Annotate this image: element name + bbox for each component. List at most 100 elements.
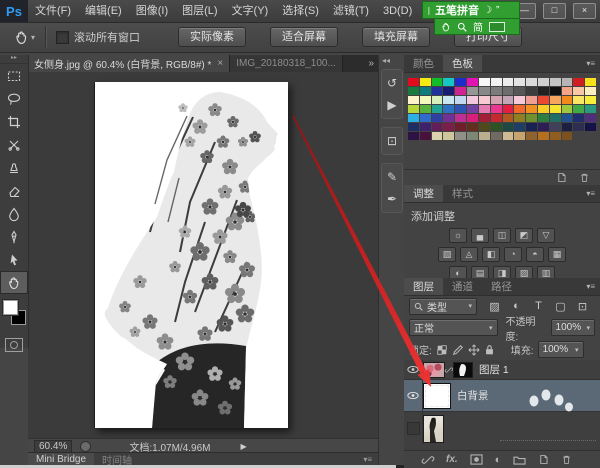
color-swatch-79[interactable] xyxy=(585,114,596,122)
fit-screen-button[interactable]: 适合屏幕 xyxy=(270,27,338,47)
color-swatch-56[interactable] xyxy=(503,105,514,113)
color-swatch-103[interactable] xyxy=(491,132,502,140)
color-swatch-37[interactable] xyxy=(467,96,478,104)
slice-tool[interactable] xyxy=(0,133,28,156)
menu-item-6[interactable]: 滤镜(T) xyxy=(326,0,376,22)
color-swatch-17[interactable] xyxy=(420,87,431,95)
actual-pixels-button[interactable]: 实际像素 xyxy=(178,27,246,47)
color-swatch-76[interactable] xyxy=(550,114,561,122)
color-swatch-22[interactable] xyxy=(479,87,490,95)
ime-keyboard-icon[interactable] xyxy=(489,22,505,32)
color-swatch-77[interactable] xyxy=(562,114,573,122)
color-swatch-18[interactable] xyxy=(432,87,443,95)
color-swatch-95[interactable] xyxy=(585,123,596,131)
color-swatch-73[interactable] xyxy=(514,114,525,122)
tab-paths[interactable]: 路径 xyxy=(482,278,521,295)
color-swatch-34[interactable] xyxy=(432,96,443,104)
color-swatch-90[interactable] xyxy=(526,123,537,131)
adjustment-icon-4[interactable]: ▽ xyxy=(537,228,555,243)
color-swatch-62[interactable] xyxy=(573,105,584,113)
filter-kind-icon-1[interactable]: ◐ xyxy=(509,300,524,313)
brush-presets-panel-icon[interactable]: ✒ xyxy=(382,188,402,210)
color-swatch-66[interactable] xyxy=(432,114,443,122)
color-swatch-1[interactable] xyxy=(420,78,431,86)
new-adjustment-layer-icon[interactable]: ◐ xyxy=(495,454,502,466)
color-swatch-54[interactable] xyxy=(479,105,490,113)
quick-mask-button[interactable] xyxy=(5,338,23,352)
tab-close-icon[interactable]: × xyxy=(217,58,223,69)
lock-all-icon[interactable] xyxy=(484,344,495,356)
color-swatch-3[interactable] xyxy=(443,78,454,86)
color-swatch-106[interactable] xyxy=(526,132,537,140)
color-swatch-36[interactable] xyxy=(455,96,466,104)
color-swatch-98[interactable] xyxy=(432,132,443,140)
color-swatch-5[interactable] xyxy=(467,78,478,86)
tab-swatches[interactable]: 色板 xyxy=(443,55,482,72)
color-swatch-58[interactable] xyxy=(526,105,537,113)
ime-simplified-label[interactable]: 简 xyxy=(473,19,483,34)
adjustment-icon-3[interactable]: ◩ xyxy=(515,228,533,243)
color-swatch-42[interactable] xyxy=(526,96,537,104)
color-swatch-7[interactable] xyxy=(491,78,502,86)
history-panel-icon[interactable]: ↺ xyxy=(382,72,402,94)
foreground-color-swatch[interactable] xyxy=(3,300,18,315)
color-swatch-59[interactable] xyxy=(538,105,549,113)
menu-item-1[interactable]: 编辑(E) xyxy=(78,0,129,22)
filter-kind-icon-3[interactable]: ▢ xyxy=(553,300,568,313)
color-swatch-60[interactable] xyxy=(550,105,561,113)
color-swatch-13[interactable] xyxy=(562,78,573,86)
color-swatch-16[interactable] xyxy=(408,87,419,95)
tab-overflow-icon[interactable]: » xyxy=(368,55,378,72)
color-swatch-57[interactable] xyxy=(514,105,525,113)
new-group-icon[interactable] xyxy=(513,454,526,465)
color-swatch-89[interactable] xyxy=(514,123,525,131)
color-swatch-25[interactable] xyxy=(514,87,525,95)
lock-position-icon[interactable] xyxy=(468,344,480,356)
color-swatch-0[interactable] xyxy=(408,78,419,86)
panel-menu-icon[interactable]: ▾≡ xyxy=(586,185,600,202)
path-selection-tool[interactable] xyxy=(0,248,28,271)
color-swatch-9[interactable] xyxy=(514,78,525,86)
tab-styles[interactable]: 样式 xyxy=(443,185,482,202)
color-swatch-85[interactable] xyxy=(467,123,478,131)
adjustment-icon-9[interactable]: ◓ xyxy=(526,247,544,262)
new-swatch-icon[interactable] xyxy=(556,172,567,183)
mask-link-icon[interactable] xyxy=(445,366,453,374)
tab-layers[interactable]: 图层 xyxy=(404,278,443,295)
color-swatch-109[interactable] xyxy=(562,132,573,140)
zoom-level-field[interactable]: 60.4% xyxy=(34,440,72,453)
color-swatch-39[interactable] xyxy=(491,96,502,104)
color-swatch-70[interactable] xyxy=(479,114,490,122)
color-swatch-41[interactable] xyxy=(514,96,525,104)
hand-tool-indicator[interactable]: ▾ xyxy=(14,30,35,45)
visibility-toggle-off[interactable] xyxy=(404,412,423,445)
adjustment-icon-8[interactable]: ◔ xyxy=(504,247,522,262)
opacity-dropdown[interactable]: 100% ▾ xyxy=(551,319,595,336)
layer-style-fx-icon[interactable]: fx. xyxy=(446,454,458,465)
color-swatch-38[interactable] xyxy=(479,96,490,104)
eraser-tool[interactable] xyxy=(0,179,28,202)
color-swatch-30[interactable] xyxy=(573,87,584,95)
layer-mask-thumbnail[interactable] xyxy=(453,362,473,378)
layer-row-layer1[interactable]: 图层 1 xyxy=(404,360,600,380)
blur-tool[interactable] xyxy=(0,202,28,225)
color-swatch-99[interactable] xyxy=(443,132,454,140)
adjustment-icon-2[interactable]: ◫ xyxy=(493,228,511,243)
visibility-toggle[interactable] xyxy=(404,380,423,411)
scroll-all-windows-checkbox[interactable] xyxy=(56,31,69,44)
fill-screen-button[interactable]: 填充屏幕 xyxy=(362,27,430,47)
color-swatch-47[interactable] xyxy=(585,96,596,104)
ime-mode-bar[interactable]: ∣ 五笔拼音 ☽ ” xyxy=(422,1,520,19)
adjustment-icon-5[interactable]: ▧ xyxy=(438,247,456,262)
tab-color[interactable]: 颜色 xyxy=(404,55,443,72)
color-swatch-63[interactable] xyxy=(585,105,596,113)
color-swatch-84[interactable] xyxy=(455,123,466,131)
fill-dropdown[interactable]: 100% ▾ xyxy=(538,341,584,358)
color-swatch-78[interactable] xyxy=(573,114,584,122)
color-swatch-27[interactable] xyxy=(538,87,549,95)
color-swatch-102[interactable] xyxy=(479,132,490,140)
menu-item-2[interactable]: 图像(I) xyxy=(129,0,175,22)
layer-row-white-background[interactable]: 白背景 xyxy=(404,380,600,412)
ime-quote-icon[interactable]: ” xyxy=(496,5,499,16)
document-tab-active[interactable]: 女侧身.jpg @ 60.4% (白背景, RGB/8#) * × xyxy=(28,55,230,72)
